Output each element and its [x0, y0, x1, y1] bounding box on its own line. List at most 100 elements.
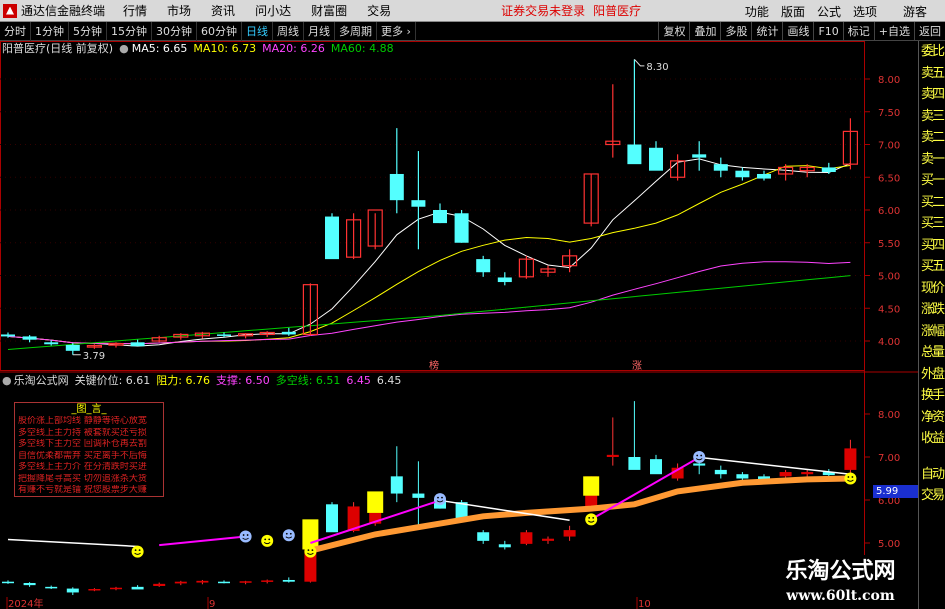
candle-body [757, 173, 771, 179]
axis-tick-label: 4.50 [878, 304, 900, 315]
tool-fanhui[interactable]: 返回 [914, 22, 945, 41]
sidebar-item-7[interactable]: 买二 [919, 192, 945, 214]
menu-xuanxiang[interactable]: 选项 [853, 3, 877, 20]
sub-candle-body [261, 580, 274, 582]
axis-tick-label: 4.00 [878, 337, 900, 348]
sad-face-icon-eye [242, 534, 245, 536]
login-notice[interactable]: 证券交易未登录 [501, 2, 585, 19]
period-monthly[interactable]: 月线 [304, 21, 335, 41]
sidebar-item-21[interactable]: 交易 [919, 485, 945, 507]
sidebar-item-13[interactable]: 涨幅 [919, 321, 945, 343]
menu-caifuquan[interactable]: 财富圈 [311, 2, 347, 19]
sub-candle-body [412, 493, 425, 498]
menu-shichang[interactable]: 市场 [167, 2, 191, 19]
period-1min[interactable]: 1分钟 [31, 21, 69, 41]
sub-candle-body [714, 469, 727, 475]
menu-gongneng[interactable]: 功能 [745, 3, 769, 20]
user-guest[interactable]: 游客 [903, 3, 927, 20]
period-60min[interactable]: 60分钟 [197, 21, 242, 41]
sub-candle-body [650, 459, 662, 475]
sidebar-item-5[interactable]: 卖一 [919, 149, 945, 171]
legend-line: 多空线上主力持 被套就买还亏损 [18, 427, 147, 438]
tool-f10[interactable]: F10 [813, 22, 842, 41]
chart-area[interactable]: 8.00 7.50 7.00 6.50 6.00 5.50 5.00 4.50 4.00 8.0… [0, 41, 918, 609]
sidebar-item-0[interactable]: 委比 [919, 41, 945, 63]
tool-tongji[interactable]: 统计 [751, 22, 782, 41]
sidebar-item-11[interactable]: 现价 [919, 278, 945, 300]
sidebar-item-2[interactable]: 卖四 [919, 84, 945, 106]
period-more-label: 更多 [381, 24, 403, 38]
main-panel-frame [0, 41, 865, 371]
sidebar-item-8[interactable]: 买三 [919, 213, 945, 235]
sub-candle-body [282, 579, 295, 582]
candle-body [454, 213, 469, 243]
tool-huaxian[interactable]: 画线 [782, 22, 813, 41]
menu-hangqing[interactable]: 行情 [123, 2, 147, 19]
stock-name: 阳普医疗 [593, 4, 642, 18]
menu-wenxiaoda[interactable]: 问小达 [255, 2, 291, 19]
sidebar-item-4[interactable]: 卖二 [919, 127, 945, 149]
candle-body [627, 144, 642, 165]
watermark: 乐淘公式网 www.60lt.com [763, 555, 918, 609]
sub-candle-body [196, 580, 209, 583]
sidebar-item-1[interactable]: 卖五 [919, 63, 945, 85]
tool-diejia[interactable]: 叠加 [689, 22, 720, 41]
sub-candle-body [563, 530, 576, 537]
sidebar-item-16[interactable]: 换手 [919, 385, 945, 407]
tool-fuquan[interactable]: 复权 [658, 22, 689, 41]
menu-banmian[interactable]: 版面 [781, 3, 805, 20]
trading-terminal: 通达信金融终端 行情 市场 资讯 问小达 财富圈 交易 证券交易未登录 阳普医疗… [0, 0, 945, 609]
sub-candle-body [131, 586, 144, 590]
period-15min[interactable]: 15分钟 [107, 21, 152, 41]
period-fenshi[interactable]: 分时 [0, 21, 31, 41]
sidebar-item-18[interactable]: 收益 [919, 428, 945, 450]
menu-gongshi[interactable]: 公式 [817, 3, 841, 20]
sidebar-item-20[interactable]: 自动 [919, 464, 945, 486]
watermark-title: 乐淘公式网 [785, 559, 896, 584]
sidebar-item-17[interactable]: 净资 [919, 407, 945, 429]
high-label: 8.30 [646, 62, 668, 73]
smile-icon-eye [592, 516, 595, 519]
axis-tick-label: 6.50 [878, 173, 900, 184]
smile-icon [261, 534, 274, 547]
period-weekly[interactable]: 周线 [273, 21, 304, 41]
sub-candle-body [844, 448, 857, 470]
sidebar-item-10[interactable]: 买五 [919, 256, 945, 278]
legend-line: 股价涨上部均线 静静等待心放宽 [18, 416, 147, 426]
sidebar-item-9[interactable]: 买四 [919, 235, 945, 257]
period-30min[interactable]: 30分钟 [152, 21, 197, 41]
sidebar-item-6[interactable]: 买一 [919, 170, 945, 192]
smile-icon-eye [311, 549, 314, 551]
menu-zixun[interactable]: 资讯 [211, 2, 235, 19]
smile-icon [844, 472, 857, 485]
axis-tick-label: 5.50 [878, 239, 900, 250]
candle-body [130, 342, 145, 347]
tool-duogu[interactable]: 多股 [720, 22, 751, 41]
smile-icon-eye [588, 516, 591, 519]
chart-tools: 复权 叠加 多股 统计 画线 F10 标记 +自选 返回 [658, 22, 945, 41]
tool-zixuan[interactable]: +自选 [873, 22, 914, 41]
sub-candle-body [239, 581, 252, 583]
sidebar-item-3[interactable]: 卖三 [919, 106, 945, 128]
legend-line: 多空线上主力介 在分清跌时买进 [18, 462, 147, 472]
period-daily[interactable]: 日线 [242, 21, 273, 41]
signal-bar [302, 519, 319, 550]
candle-body [389, 173, 404, 201]
time-tick-label: 2024年 [8, 597, 43, 609]
menu-jiaoyi[interactable]: 交易 [367, 2, 391, 19]
sidebar-item-19[interactable] [919, 450, 945, 464]
axis-tick-label: 5.00 [878, 272, 900, 283]
period-more[interactable]: 更多 › [377, 21, 416, 41]
period-5min[interactable]: 5分钟 [69, 21, 107, 41]
sidebar-item-14[interactable]: 总量 [919, 342, 945, 364]
tool-biaoji[interactable]: 标记 [842, 22, 874, 41]
ma10-line [7, 164, 851, 345]
candle-body [325, 216, 339, 260]
sad-face-icon-eye [700, 454, 703, 457]
period-multi[interactable]: 多周期 [335, 21, 377, 41]
sub-candle-body [174, 581, 187, 584]
sidebar-item-15[interactable]: 外盘 [919, 364, 945, 386]
sub-candle-body [390, 476, 403, 494]
sad-face-icon [693, 451, 706, 463]
sidebar-item-12[interactable]: 涨跌 [919, 299, 945, 321]
